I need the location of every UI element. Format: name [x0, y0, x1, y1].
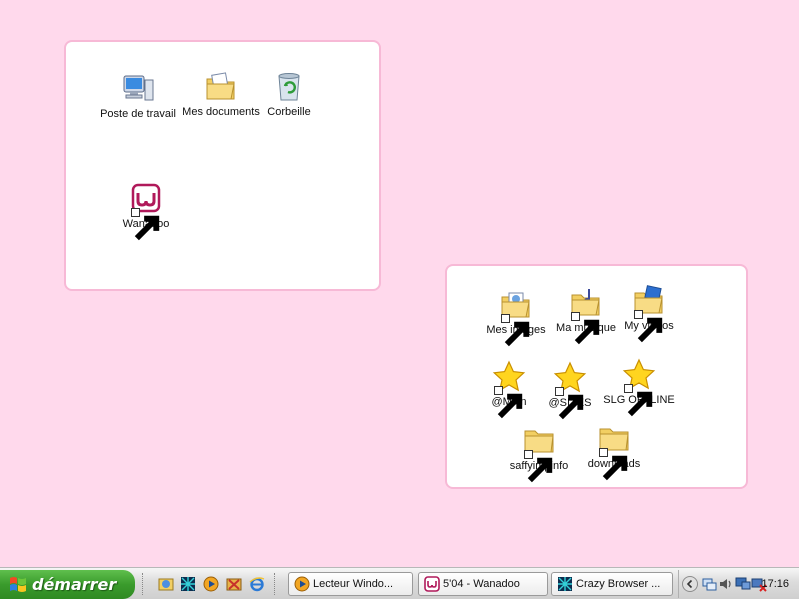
shortcut-arrow-icon: [571, 312, 600, 345]
shortcut-arrow-icon: [131, 208, 160, 241]
internet-explorer-icon[interactable]: [249, 576, 265, 592]
computer-icon: [121, 72, 155, 106]
wanadoo-icon: [129, 182, 163, 241]
folder-videos-icon: [632, 284, 666, 343]
desktop-icon-my-videos[interactable]: My videos: [607, 284, 691, 343]
shortcut-arrow-icon: [634, 310, 663, 343]
star-icon: [622, 358, 656, 417]
wanadoo-icon: [424, 576, 440, 592]
folder-music-icon: [569, 286, 603, 345]
star-icon: [492, 360, 526, 419]
media-player-icon[interactable]: [203, 576, 219, 592]
task-label: Crazy Browser ...: [576, 578, 661, 590]
tray-expand-button[interactable]: [682, 576, 698, 592]
crazy-browser-icon[interactable]: [180, 576, 196, 592]
folder-documents-icon: [204, 70, 238, 104]
task-label: 5'04 - Wanadoo: [443, 578, 520, 590]
desktop-icon-saffyimpinfo[interactable]: saffyimpinfo: [497, 424, 581, 483]
explorer-icon[interactable]: [158, 576, 174, 592]
desktop-icon-corbeille[interactable]: Corbeille: [247, 70, 331, 119]
tool-icon[interactable]: [226, 576, 242, 592]
quick-launch-separator: [274, 573, 277, 595]
shortcut-arrow-icon: [524, 450, 553, 483]
folder-icon: [522, 424, 556, 483]
desktop-panel-bottom-right: Mes images Ma musique My videos @Main @S…: [445, 264, 748, 489]
folder-icon: [597, 422, 631, 481]
taskbar: démarrer Lecteur Windo... 5'04 - Wanadoo…: [0, 567, 799, 599]
network-icon[interactable]: [701, 576, 717, 592]
shortcut-arrow-icon: [501, 314, 530, 347]
shortcut-arrow-icon: [624, 384, 653, 417]
desktop-icon-wanadoo[interactable]: Wanadoo: [104, 182, 188, 241]
start-label: démarrer: [32, 575, 117, 594]
quick-launch-separator: [142, 573, 145, 595]
shortcut-arrow-icon: [599, 448, 628, 481]
media-player-icon: [294, 576, 310, 592]
desktop-panel-top-left: Poste de travail Mes documents Corbeille: [64, 40, 381, 291]
clock[interactable]: 17:16: [761, 570, 789, 598]
start-button[interactable]: démarrer: [0, 570, 135, 599]
volume-icon[interactable]: [718, 576, 734, 592]
desktop-icon-slg-offline[interactable]: SLG OFFLINE: [597, 358, 681, 417]
desktop-icon-label: Corbeille: [267, 106, 311, 118]
system-tray: 17:16: [678, 570, 799, 598]
crazy-browser-icon: [558, 577, 572, 591]
windows-logo-icon: [10, 577, 26, 592]
taskbar-button-crazy-browser[interactable]: Crazy Browser ...: [551, 572, 673, 596]
shortcut-arrow-icon: [494, 386, 523, 419]
desktop-icon-poste-de-travail[interactable]: Poste de travail: [96, 72, 180, 121]
shortcut-arrow-icon: [555, 387, 584, 420]
desktop-icon-label: Poste de travail: [100, 108, 176, 120]
star-icon: [553, 361, 587, 420]
monitor-icon[interactable]: [735, 576, 751, 592]
chevron-left-icon: [686, 579, 693, 589]
desktop-icon-downloads[interactable]: downloads: [572, 422, 656, 481]
taskbar-button-wanadoo[interactable]: 5'04 - Wanadoo: [418, 572, 548, 596]
folder-pictures-icon: [499, 288, 533, 347]
taskbar-button-media-player[interactable]: Lecteur Windo...: [288, 572, 413, 596]
task-label: Lecteur Windo...: [313, 578, 394, 590]
recycle-bin-icon: [272, 70, 306, 104]
